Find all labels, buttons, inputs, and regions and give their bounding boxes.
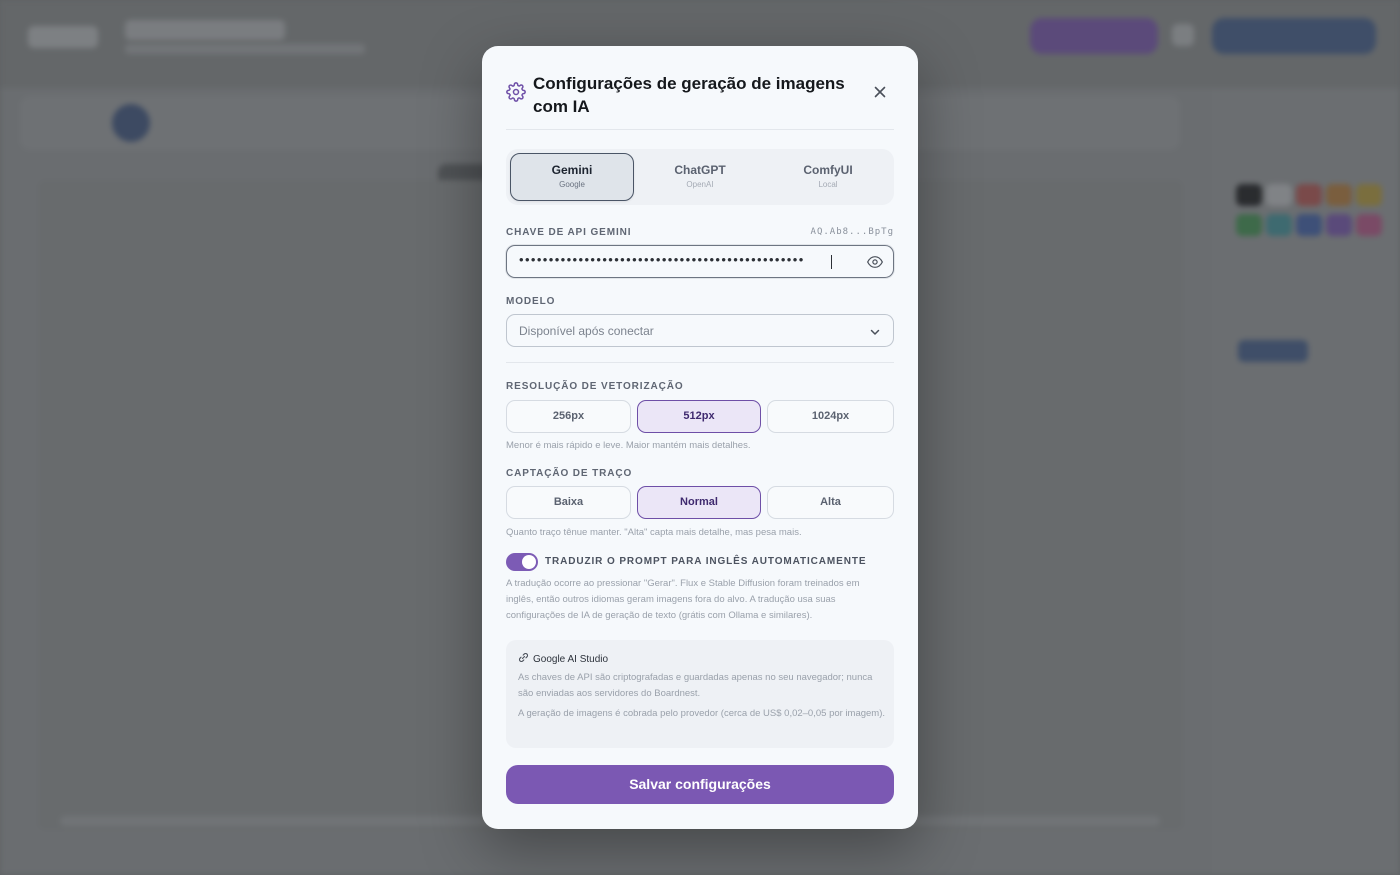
link-label: Google AI Studio [533, 654, 609, 665]
ai-settings-dialog: Configurações de geração de imagens com … [482, 46, 918, 829]
stroke-high-button[interactable]: Alta [767, 486, 894, 519]
background-swatch [1356, 184, 1382, 206]
background-swatch [1266, 214, 1292, 236]
background-button-blue [1212, 18, 1376, 54]
api-key-input[interactable]: ••••••••••••••••••••••••••••••••••••••••… [506, 245, 894, 278]
background-swatch [1236, 184, 1262, 206]
privacy-note: As chaves de API são criptografadas e gu… [518, 672, 873, 699]
stroke-options: Baixa Normal Alta [506, 486, 894, 519]
background-swatch [1326, 214, 1352, 236]
background-title [125, 20, 285, 40]
resolution-256-button[interactable]: 256px [506, 400, 631, 433]
tab-gemini[interactable]: Gemini Google [510, 153, 634, 201]
stroke-label: CAPTAÇÃO DE TRAÇO [506, 468, 633, 479]
background-subtitle [125, 44, 365, 54]
background-swatch [1236, 214, 1262, 236]
chevron-down-icon [870, 329, 880, 335]
stroke-normal-button[interactable]: Normal [637, 486, 761, 519]
api-key-value: ••••••••••••••••••••••••••••••••••••••••… [519, 252, 805, 267]
tab-sublabel: OpenAI [686, 180, 714, 189]
toggle-knob [522, 555, 536, 569]
vectorization-options: 256px 512px 1024px [506, 400, 894, 433]
tab-label: ChatGPT [674, 163, 726, 177]
translate-description: A tradução ocorre ao pressionar "Gerar".… [506, 578, 860, 621]
api-key-masked-hint: AQ.Ab8...BpTg [810, 227, 894, 237]
text-cursor [831, 255, 832, 269]
background-swatch [1266, 184, 1292, 206]
vectorization-hint: Menor é mais rápido e leve. Maior mantém… [506, 440, 751, 451]
resolution-1024-button[interactable]: 1024px [767, 400, 894, 433]
pricing-note: A geração de imagens é cobrada pelo prov… [518, 708, 886, 719]
api-key-label: CHAVE DE API GEMINI [506, 227, 632, 238]
background-swatch [1356, 214, 1382, 236]
tab-chatgpt[interactable]: ChatGPT OpenAI [638, 153, 762, 201]
info-box: Google AI Studio As chaves de API são cr… [506, 640, 894, 748]
stroke-hint: Quanto traço tênue manter. "Alta" capta … [506, 527, 802, 538]
google-ai-studio-link[interactable]: Google AI Studio [518, 652, 608, 665]
background-sidebar [1212, 90, 1400, 875]
background-swatch [1326, 184, 1352, 206]
stroke-low-button[interactable]: Baixa [506, 486, 631, 519]
model-placeholder: Disponível após conectar [519, 324, 654, 338]
tab-sublabel: Local [818, 180, 838, 189]
background-pill [1238, 340, 1308, 362]
background-icon [1172, 24, 1194, 46]
tab-comfyui[interactable]: ComfyUI Local [766, 153, 890, 201]
background-avatar [112, 104, 150, 142]
background-swatch [1296, 214, 1322, 236]
resolution-512-button[interactable]: 512px [637, 400, 761, 433]
translate-toggle[interactable] [506, 553, 538, 571]
save-button[interactable]: Salvar configurações [506, 765, 894, 804]
dialog-header: Configurações de geração de imagens com … [506, 70, 894, 130]
section-divider [506, 362, 894, 363]
eye-icon[interactable] [867, 255, 883, 269]
gear-icon [506, 82, 526, 102]
dialog-title: Configurações de geração de imagens com … [533, 74, 845, 116]
background-logo [28, 26, 98, 48]
tab-sublabel: Google [559, 180, 585, 189]
tab-label: Gemini [551, 163, 593, 177]
link-icon [519, 653, 528, 662]
tab-label: ComfyUI [803, 163, 853, 177]
background-button-purple [1030, 18, 1158, 54]
translate-toggle-label: TRADUZIR O PROMPT PARA INGLÊS AUTOMATICA… [545, 556, 867, 567]
close-icon[interactable] [872, 84, 888, 100]
vectorization-label: RESOLUÇÃO DE VETORIZAÇÃO [506, 381, 684, 392]
background-swatch [1296, 184, 1322, 206]
model-select[interactable]: Disponível após conectar [506, 314, 894, 347]
model-label: MODELO [506, 296, 556, 307]
provider-tabs: Gemini Google ChatGPT OpenAI ComfyUI Loc… [506, 149, 894, 205]
